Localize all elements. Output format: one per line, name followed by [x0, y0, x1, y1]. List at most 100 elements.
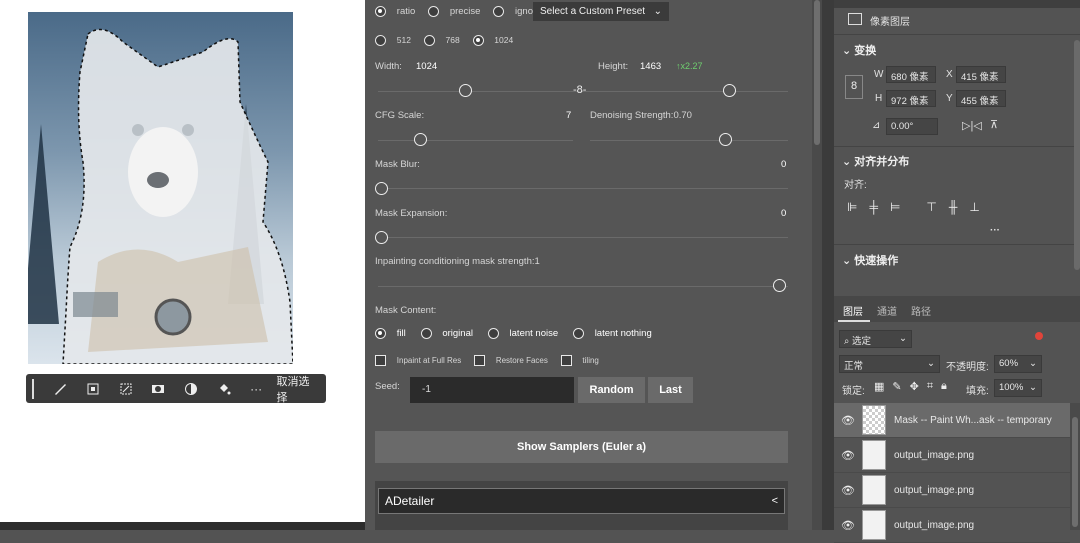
align-center-h-icon[interactable]: ╪: [869, 200, 878, 214]
layer-name: output_image.png: [894, 449, 975, 461]
selection-outline: [62, 28, 293, 364]
divider: [834, 244, 1080, 245]
tiling-label: tiling: [582, 356, 599, 366]
brush-icon[interactable]: [44, 377, 77, 401]
angle-field[interactable]: 0.00°: [886, 118, 938, 135]
blend-mode-label: 正常: [844, 361, 864, 372]
ratio-radio[interactable]: [375, 6, 386, 17]
width-slider-knob[interactable]: [459, 84, 472, 97]
document-canvas[interactable]: [0, 0, 365, 530]
mask-subtract-icon[interactable]: [109, 377, 142, 401]
flip-horizontal-icon[interactable]: ▷|◁: [962, 119, 982, 132]
opacity-field[interactable]: 60% ⌄: [994, 355, 1042, 373]
width-field[interactable]: 680 像素: [886, 66, 936, 83]
denoise-slider-knob[interactable]: [719, 133, 732, 146]
layer-row[interactable]: 👁︎ output_image.png: [834, 473, 1070, 508]
random-seed-button[interactable]: Random: [578, 377, 645, 403]
original-radio[interactable]: [420, 328, 432, 339]
height-label: Height:: [598, 61, 629, 72]
inpaint-strength-track: [378, 286, 788, 287]
layer-thumbnail: [862, 440, 886, 470]
lock-position-icon[interactable]: ✥: [910, 380, 919, 393]
mask-blur-knob[interactable]: [375, 182, 388, 195]
height-slider-knob[interactable]: [723, 84, 736, 97]
link-proportions-icon[interactable]: 8: [845, 75, 863, 99]
lock-buttons: ▦ ✎ ✥ ⌗ 🔒︎: [874, 380, 947, 393]
scrollbar-thumb[interactable]: [814, 0, 820, 145]
panel-scrollbar[interactable]: [812, 0, 822, 530]
ignore-radio[interactable]: [493, 6, 505, 17]
blend-mode-select[interactable]: 正常 ⌄: [839, 355, 940, 373]
invert-icon[interactable]: [175, 377, 208, 401]
width-label: Width:: [375, 61, 402, 72]
layers-scrollbar-thumb[interactable]: [1072, 417, 1078, 527]
fill-icon[interactable]: [207, 377, 240, 401]
ratio-label: ratio: [396, 6, 416, 18]
tiling-checkbox[interactable]: [560, 355, 572, 366]
tab-layers[interactable]: 图层: [843, 303, 863, 318]
flip-vertical-icon[interactable]: ⊼: [990, 118, 998, 131]
quick-actions-header[interactable]: ⌄ 快速操作: [842, 252, 898, 268]
layer-row[interactable]: 👁︎ Mask -- Paint Wh...ask -- temporary: [834, 403, 1070, 438]
more-icon[interactable]: ···: [240, 377, 273, 401]
drag-handle[interactable]: [32, 378, 34, 399]
layer-row[interactable]: 👁︎ output_image.png: [834, 508, 1070, 543]
inpaint-strength-label: Inpainting conditioning mask strength:1: [375, 256, 540, 267]
size-1024-radio[interactable]: [472, 35, 484, 46]
tab-channels[interactable]: 通道: [877, 303, 897, 318]
mask-content-radio-group: fill original latent noise latent nothin…: [375, 328, 652, 339]
align-header[interactable]: ⌄ 对齐并分布: [842, 153, 909, 169]
layer-name: output_image.png: [894, 519, 975, 531]
x-field[interactable]: 415 像素: [956, 66, 1006, 83]
properties-scrollbar[interactable]: [1074, 40, 1080, 270]
lock-artboard-icon[interactable]: ⌗: [927, 380, 933, 393]
align-center-v-icon[interactable]: ╫: [949, 200, 958, 214]
latent-noise-radio[interactable]: [487, 328, 499, 339]
align-bottom-icon[interactable]: ⊥: [969, 200, 979, 214]
height-field[interactable]: 972 像素: [886, 90, 936, 107]
tab-paths[interactable]: 路径: [911, 303, 931, 318]
seed-input[interactable]: -1: [410, 377, 574, 403]
fill-field[interactable]: 100% ⌄: [994, 379, 1042, 397]
size-768-radio[interactable]: [423, 35, 435, 46]
layer-filter-select[interactable]: ⌕ 选定 ⌄: [839, 330, 912, 348]
precise-radio[interactable]: [428, 6, 440, 17]
size-768-label: 768: [445, 35, 460, 46]
fill-radio[interactable]: [375, 328, 386, 339]
last-seed-button[interactable]: Last: [648, 377, 693, 403]
show-samplers-button[interactable]: Show Samplers (Euler a): [375, 431, 788, 463]
layers-scrollbar[interactable]: [1070, 403, 1080, 530]
inpaint-strength-knob[interactable]: [773, 279, 786, 292]
link-icon[interactable]: -8-: [573, 84, 586, 96]
transform-header-text: 变换: [854, 45, 877, 57]
preset-dropdown[interactable]: Select a Custom Preset ⌄: [533, 2, 669, 21]
transform-header[interactable]: ⌄ 变换: [842, 42, 876, 58]
y-field[interactable]: 455 像素: [956, 90, 1006, 107]
more-align-button[interactable]: ···: [990, 225, 1000, 236]
align-right-icon[interactable]: ⊨: [890, 200, 900, 214]
adetailer-header[interactable]: ADetailer <: [378, 488, 785, 514]
latent-nothing-label: latent nothing: [594, 328, 652, 340]
mask-expansion-knob[interactable]: [375, 231, 388, 244]
visibility-eye-icon[interactable]: 👁︎: [834, 449, 862, 462]
align-label: 对齐:: [844, 180, 867, 191]
mask-blur-track: [378, 188, 788, 189]
mask-add-icon[interactable]: [77, 377, 110, 401]
deselect-button[interactable]: 取消选择: [276, 373, 320, 405]
filter-toggle-dot[interactable]: [1035, 332, 1043, 340]
visibility-eye-icon[interactable]: 👁︎: [834, 414, 862, 427]
layer-row[interactable]: 👁︎ output_image.png: [834, 438, 1070, 473]
inpaint-full-res-checkbox[interactable]: [375, 355, 386, 366]
align-left-icon[interactable]: ⊫: [847, 200, 857, 214]
cfg-slider-knob[interactable]: [414, 133, 427, 146]
visibility-eye-icon[interactable]: 👁︎: [834, 484, 862, 497]
lock-pixels-icon[interactable]: ✎: [892, 380, 901, 393]
layers-tab-bar: [834, 296, 1080, 322]
latent-nothing-radio[interactable]: [572, 328, 584, 339]
lock-transparency-icon[interactable]: ▦: [874, 380, 884, 393]
lock-all-icon[interactable]: 🔒︎: [941, 380, 947, 393]
restore-faces-checkbox[interactable]: [474, 355, 486, 366]
align-top-icon[interactable]: ⊤: [926, 200, 936, 214]
size-512-radio[interactable]: [375, 35, 386, 46]
mask-icon[interactable]: [142, 377, 175, 401]
